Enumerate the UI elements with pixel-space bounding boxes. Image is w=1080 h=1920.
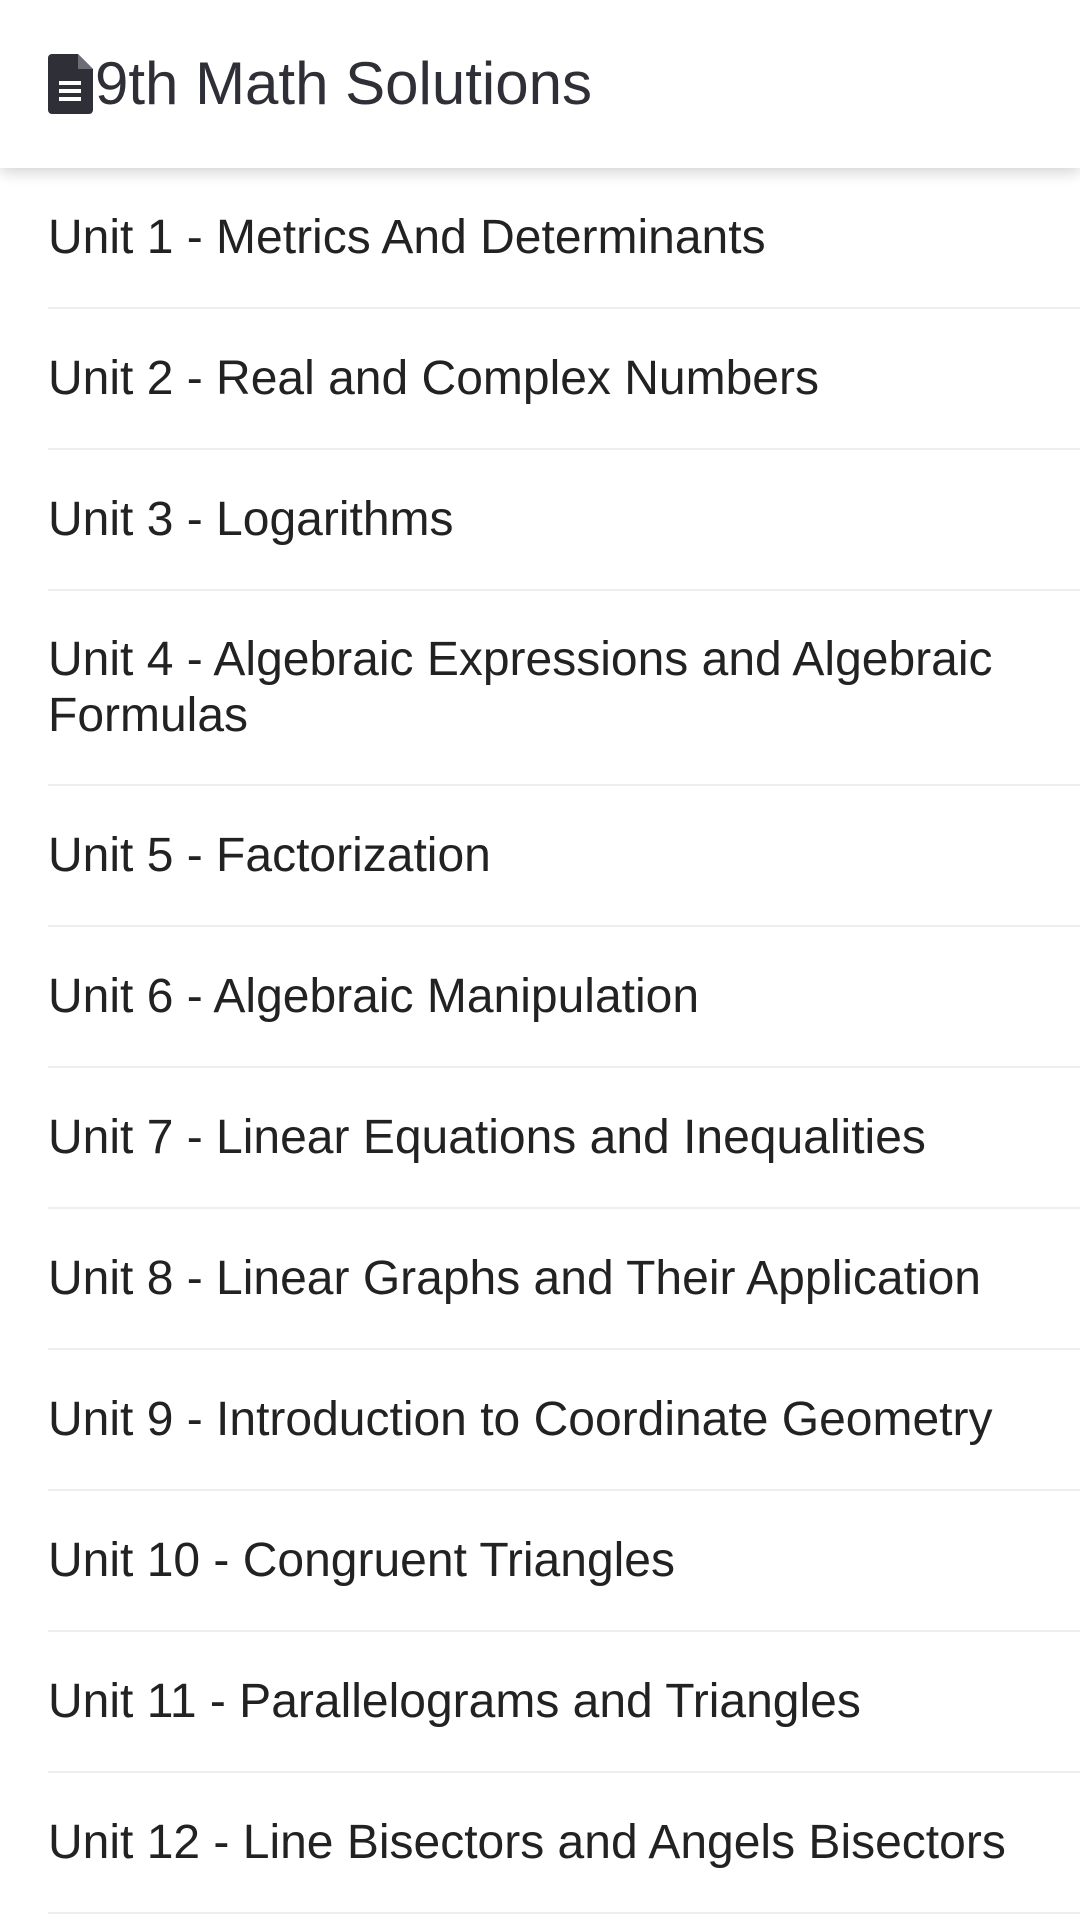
list-item-unit-9[interactable]: Unit 9 - Introduction to Coordinate Geom… [48,1350,1080,1491]
list-item-unit-6[interactable]: Unit 6 - Algebraic Manipulation [48,927,1080,1068]
list-item-unit-7[interactable]: Unit 7 - Linear Equations and Inequaliti… [48,1068,1080,1209]
list-item-label: Unit 3 - Logarithms [48,492,454,546]
list-item-label: Unit 1 - Metrics And Determinants [48,210,766,264]
unit-list: Unit 1 - Metrics And Determinants Unit 2… [0,168,1080,1914]
list-item-label: Unit 8 - Linear Graphs and Their Applica… [48,1251,981,1305]
app-header: 9th Math Solutions [0,0,1080,168]
list-item-label: Unit 4 - Algebraic Expressions and Algeb… [48,632,993,742]
page-title: 9th Math Solutions [95,50,592,117]
list-item-label: Unit 6 - Algebraic Manipulation [48,969,700,1023]
list-item-unit-11[interactable]: Unit 11 - Parallelograms and Triangles [48,1632,1080,1773]
list-item-unit-3[interactable]: Unit 3 - Logarithms [48,450,1080,591]
list-item-label: Unit 10 - Congruent Triangles [48,1533,675,1587]
list-item-unit-10[interactable]: Unit 10 - Congruent Triangles [48,1491,1080,1632]
list-item-label: Unit 2 - Real and Complex Numbers [48,351,819,405]
list-item-unit-1[interactable]: Unit 1 - Metrics And Determinants [48,168,1080,309]
list-item-label: Unit 11 - Parallelograms and Triangles [48,1674,861,1728]
list-item-label: Unit 7 - Linear Equations and Inequaliti… [48,1110,926,1164]
list-item-label: Unit 5 - Factorization [48,828,491,882]
list-item-unit-4[interactable]: Unit 4 - Algebraic Expressions and Algeb… [48,591,1080,786]
list-item-unit-2[interactable]: Unit 2 - Real and Complex Numbers [48,309,1080,450]
list-item-label: Unit 12 - Line Bisectors and Angels Bise… [48,1815,1006,1869]
list-item-unit-5[interactable]: Unit 5 - Factorization [48,786,1080,927]
list-item-unit-8[interactable]: Unit 8 - Linear Graphs and Their Applica… [48,1209,1080,1350]
document-icon [48,54,93,114]
list-item-unit-12[interactable]: Unit 12 - Line Bisectors and Angels Bise… [48,1773,1080,1914]
list-item-label: Unit 9 - Introduction to Coordinate Geom… [48,1392,993,1446]
